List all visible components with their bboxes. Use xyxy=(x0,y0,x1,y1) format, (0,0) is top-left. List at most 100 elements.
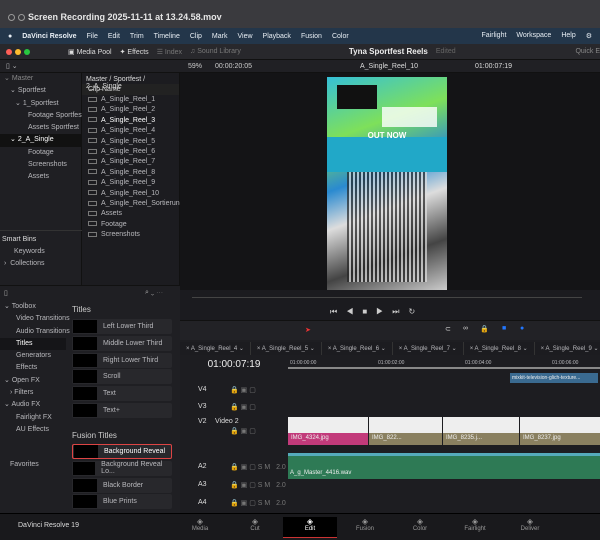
v2-clip[interactable]: IMG_8237.jpg xyxy=(520,417,600,445)
folder-item[interactable]: Screenshots xyxy=(82,230,179,240)
bin-2-a-single[interactable]: ⌄ 2_A_Single xyxy=(0,134,81,147)
effects-button[interactable]: ✦ Effects xyxy=(120,48,149,56)
track-controls[interactable]: 🔒 ▣ ▢ S M 2.0 xyxy=(230,481,286,489)
clip-item[interactable]: A_Single_Reel_7 xyxy=(82,157,179,167)
bin-1-sportfest[interactable]: ⌄ 1_Sportfest xyxy=(0,98,81,110)
mute-button[interactable]: M xyxy=(264,482,270,489)
bin-assets[interactable]: Assets xyxy=(0,171,81,183)
mute-button[interactable]: M xyxy=(264,500,270,507)
title-item[interactable]: Right Lower Third xyxy=(72,352,172,368)
clip-item[interactable]: A_Single_Reel_8 xyxy=(82,168,179,178)
snapping-icon[interactable]: ⊂ xyxy=(445,325,451,333)
fusion-title-item[interactable]: Blue Prints xyxy=(72,494,172,510)
clip-item[interactable]: A_Single_Reel_10 xyxy=(82,189,179,199)
timeline-tab[interactable]: × A_Single_Reel_6 ⌄ xyxy=(322,342,393,355)
fx-tree-item[interactable]: Fairlight FX xyxy=(0,412,66,424)
menu-workspace[interactable]: Workspace xyxy=(516,32,551,40)
folder-item[interactable]: Assets xyxy=(82,209,179,219)
menu-fusion[interactable]: Fusion xyxy=(301,33,322,40)
page-fusion[interactable]: ◈ Fusion xyxy=(338,517,392,532)
playback-controls[interactable]: ⏮◀■▶⏭↻ xyxy=(330,307,424,317)
page-color[interactable]: ◈ Color xyxy=(393,517,447,532)
menu-mark[interactable]: Mark xyxy=(212,33,228,40)
fx-tree-item[interactable]: Titles xyxy=(0,337,66,351)
clip-item[interactable]: A_Single_Reel_2 xyxy=(82,105,179,115)
fusion-title-item[interactable]: Black Border xyxy=(72,477,172,493)
media-pool-button[interactable]: ▣ Media Pool xyxy=(68,48,112,56)
page-deliver[interactable]: ◈ Deliver xyxy=(503,517,557,532)
bin-footage-sportfest[interactable]: Footage Sportfest xyxy=(0,110,84,122)
quick-export-button[interactable]: Quick E xyxy=(575,48,600,55)
fx-tree-item[interactable]: Effects xyxy=(0,362,66,374)
menu-playback[interactable]: Playback xyxy=(263,33,291,40)
clip-item[interactable]: A_Single_Reel_4 xyxy=(82,126,179,136)
menu-view[interactable]: View xyxy=(237,33,252,40)
bin-screenshots[interactable]: Screenshots xyxy=(0,159,81,171)
timeline-tab[interactable]: × A_Single_Reel_8 ⌄ xyxy=(464,342,535,355)
track-controls[interactable]: 🔒 ▣ ▢ S M 2.0 xyxy=(230,499,286,507)
flag-icon[interactable]: ■ xyxy=(502,325,506,332)
title-item[interactable]: Left Lower Third xyxy=(72,319,172,334)
timeline-tab[interactable]: × A_Single_Reel_9 ⌄ xyxy=(535,342,600,355)
clip-item[interactable]: A_Single_Reel_9 xyxy=(82,178,179,188)
track-controls[interactable]: 🔒 ▣ ▢ S M 2.0 xyxy=(230,463,286,471)
menu-trim[interactable]: Trim xyxy=(130,33,144,40)
title-item[interactable]: Scroll xyxy=(72,369,172,385)
fx-tree-item[interactable]: AU Effects xyxy=(0,424,66,436)
menu-app[interactable]: DaVinci Resolve xyxy=(22,33,76,40)
search-icon[interactable]: ⌕ ⌄ ⋯ xyxy=(145,289,163,297)
title-item[interactable]: Text+ xyxy=(72,403,172,418)
v2-clip[interactable]: IMG_4324.jpg xyxy=(288,417,368,445)
index-button[interactable]: ☰ Index xyxy=(157,48,182,56)
settings-icon[interactable]: ⚙ xyxy=(586,32,592,40)
panel-toggle-icon[interactable]: ▯ ⌄ xyxy=(6,62,18,70)
menu-help[interactable]: Help xyxy=(561,32,575,40)
menu-clip[interactable]: Clip xyxy=(190,33,202,40)
lock-icon[interactable]: 🔒 xyxy=(480,325,489,333)
page-cut[interactable]: ◈ Cut xyxy=(228,517,282,532)
fx-tree-item[interactable]: Audio Transitions xyxy=(0,326,70,338)
favorites[interactable]: Favorites xyxy=(10,461,39,468)
v3-clip[interactable]: mixkit-television-glich-texture... xyxy=(510,373,598,383)
page-edit[interactable]: ◈ Edit xyxy=(283,517,337,538)
close-button[interactable] xyxy=(6,48,12,55)
fx-tree-item[interactable]: Video Transitions xyxy=(0,313,70,325)
fusion-title-item[interactable]: Background Reveal xyxy=(72,444,172,459)
bin-footage[interactable]: Footage xyxy=(0,147,81,159)
solo-button[interactable]: S xyxy=(258,464,263,471)
bin-sportfest[interactable]: ⌄ Sportfest xyxy=(0,85,81,97)
solo-button[interactable]: S xyxy=(258,500,263,507)
minimize-icon[interactable] xyxy=(18,14,25,22)
folder-item[interactable]: Footage xyxy=(82,220,179,230)
menu-timeline[interactable]: Timeline xyxy=(154,33,180,40)
track-controls[interactable]: 🔒 ▣ ▢ xyxy=(230,386,256,394)
selection-tool-icon[interactable]: ➤ xyxy=(305,326,311,334)
menu-color[interactable]: Color xyxy=(332,33,349,40)
fx-tree-item[interactable]: Generators xyxy=(0,350,66,362)
minimize-button[interactable] xyxy=(15,48,21,55)
timeline-tab[interactable]: × A_Single_Reel_5 ⌄ xyxy=(251,342,322,355)
menu-fairlight[interactable]: Fairlight xyxy=(482,32,507,40)
timeline-ruler[interactable]: 01:00:00:00 01:00:02:00 01:00:04:00 01:0… xyxy=(288,355,600,369)
fx-tree-item[interactable]: › Filters xyxy=(0,387,66,399)
solo-button[interactable]: S xyxy=(258,482,263,489)
clip-item[interactable]: A_Single_Reel_5 xyxy=(82,137,179,147)
menu-edit[interactable]: Edit xyxy=(108,33,120,40)
title-item[interactable]: Middle Lower Third xyxy=(72,335,172,351)
link-icon[interactable]: ∞ xyxy=(463,325,468,332)
fusion-title-item[interactable]: Background Reveal Lo... xyxy=(72,460,172,476)
clip-name-header[interactable]: Clip Name xyxy=(82,84,179,95)
smart-bin-collections[interactable]: › Collections xyxy=(4,260,44,267)
mute-button[interactable]: M xyxy=(264,464,270,471)
audio-clip[interactable]: A_g_Master_4416.wav xyxy=(288,453,600,479)
timeline-tab[interactable]: × A_Single_Reel_7 ⌄ xyxy=(393,342,464,355)
marker-icon[interactable]: ● xyxy=(520,325,524,332)
bin-master[interactable]: ⌄ Master xyxy=(0,73,81,85)
clip-item[interactable]: A_Single_Reel_1 xyxy=(82,95,179,105)
zoom-button[interactable] xyxy=(24,48,30,55)
v2-clip[interactable]: IMG_8235.j... xyxy=(443,417,519,445)
sound-library-button[interactable]: ♫ Sound Library xyxy=(190,48,241,55)
viewer-clip-name[interactable]: A_Single_Reel_10 xyxy=(360,63,418,70)
menu-file[interactable]: File xyxy=(87,33,98,40)
track-controls[interactable]: 🔒 ▣ ▢ xyxy=(230,427,256,435)
